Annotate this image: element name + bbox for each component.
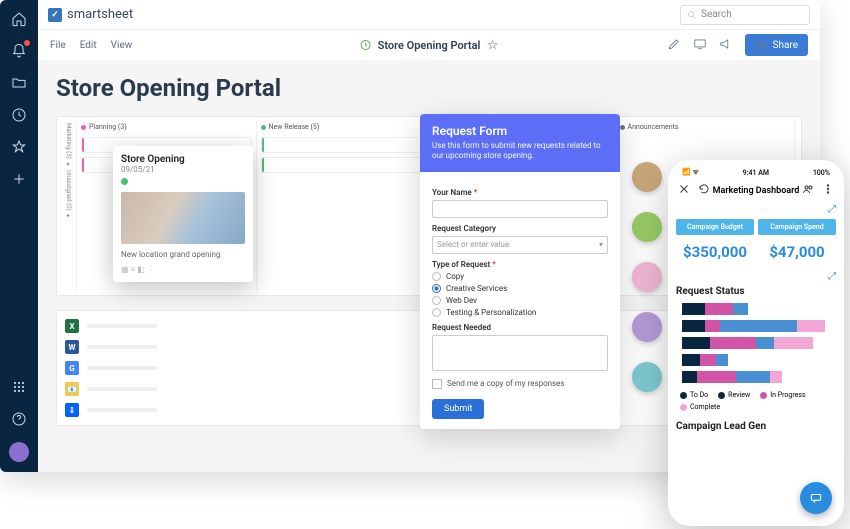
column-header[interactable]: Announcements: [620, 123, 791, 131]
copy-checkbox[interactable]: Send me a copy of my responses: [432, 379, 608, 389]
section-title: Request Status: [676, 286, 836, 297]
legend-item: In Progress: [760, 391, 805, 399]
popover-date: 09/05/21: [121, 165, 245, 174]
field-label: Type of Request *: [432, 260, 608, 269]
file-list-left: XWG 📧 ⇩: [56, 310, 422, 426]
board-side-labels: Marketing (3) ▸ Unassigned (0) ▸: [63, 121, 77, 291]
menu-edit[interactable]: Edit: [80, 40, 97, 51]
submit-button[interactable]: Submit: [432, 399, 484, 419]
people-icon[interactable]: [802, 183, 814, 198]
category-select[interactable]: Select or enter value▾: [432, 236, 608, 254]
radio-option[interactable]: Testing & Personalization: [432, 308, 608, 317]
bar-row: [682, 354, 836, 366]
status-pip: [121, 178, 128, 185]
top-bar: ✓ smartsheet Search: [38, 0, 820, 30]
collaborators: [632, 162, 662, 392]
file-item[interactable]: W: [65, 340, 413, 354]
popover-toolbar[interactable]: ▦ ≡ ◧ ⋮: [121, 265, 245, 274]
refresh-icon[interactable]: [698, 183, 710, 198]
close-icon[interactable]: [678, 183, 690, 198]
bar-row: [682, 303, 836, 315]
needed-textarea[interactable]: [432, 335, 608, 371]
battery-icon: 100%: [813, 169, 830, 177]
section-title: Campaign Lead Gen: [676, 421, 836, 432]
form-desc: Use this form to submit new requests rel…: [432, 141, 608, 162]
edit-icon[interactable]: [667, 37, 683, 53]
card-detail-popover: Store Opening 09/05/21 New location gran…: [113, 146, 253, 282]
expand-icon[interactable]: ⤢: [676, 204, 836, 215]
radio-option[interactable]: Copy: [432, 272, 608, 281]
kpi-tab[interactable]: Campaign Spend: [758, 219, 836, 235]
menu-view[interactable]: View: [111, 40, 133, 51]
popover-caption: New location grand opening: [121, 250, 245, 259]
kpi-tab[interactable]: Campaign Budget: [676, 219, 754, 235]
board-card[interactable]: [261, 157, 432, 173]
collaborator-avatar[interactable]: [632, 362, 662, 392]
field-label: Request Category: [432, 224, 608, 233]
page-title: Store Opening Portal: [56, 74, 802, 102]
file-item[interactable]: ⇩: [65, 403, 413, 417]
search-input[interactable]: Search: [680, 5, 810, 25]
file-item[interactable]: 📧: [65, 382, 413, 396]
radio-option[interactable]: Web Dev: [432, 296, 608, 305]
radio-option[interactable]: Creative Services: [432, 284, 608, 293]
help-icon[interactable]: [10, 410, 28, 428]
folder-icon[interactable]: [10, 74, 28, 92]
kpi-value: $350,000: [676, 243, 754, 261]
menu-file[interactable]: File: [50, 40, 66, 51]
bar-row: [682, 320, 836, 332]
expand-icon[interactable]: ⤢: [676, 271, 836, 282]
column-header[interactable]: Planning (3): [81, 123, 252, 131]
board-card[interactable]: [261, 137, 432, 153]
legend-item: Review: [718, 391, 750, 399]
add-icon[interactable]: [10, 170, 28, 188]
signal-icon: 📶 ᯤ: [682, 168, 699, 177]
file-item[interactable]: X: [65, 319, 413, 333]
document-title: Store Opening Portal: [360, 39, 499, 52]
left-nav-rail: [0, 0, 38, 472]
favorites-icon[interactable]: [10, 138, 28, 156]
kpi-value: $47,000: [758, 243, 836, 261]
field-label: Your Name *: [432, 188, 608, 197]
collaborator-avatar[interactable]: [632, 262, 662, 292]
name-input[interactable]: [432, 200, 608, 218]
apps-icon[interactable]: [10, 378, 28, 396]
popover-title: Store Opening: [121, 154, 245, 165]
file-item[interactable]: G: [65, 361, 413, 375]
collaborator-avatar[interactable]: [632, 212, 662, 242]
collaborator-avatar[interactable]: [632, 312, 662, 342]
menu-bar: File Edit View Store Opening Portal Shar…: [38, 30, 820, 60]
brand-logo[interactable]: ✓ smartsheet: [48, 7, 133, 22]
recent-icon[interactable]: [10, 106, 28, 124]
field-label: Request Needed: [432, 323, 608, 332]
bar-chart: [676, 303, 836, 383]
legend-item: Complete: [680, 403, 720, 411]
column-header[interactable]: New Release (5): [261, 123, 432, 131]
share-button[interactable]: Share: [745, 34, 808, 56]
chat-fab[interactable]: [800, 482, 832, 514]
phone-title: Marketing Dashboard: [713, 186, 800, 196]
bar-row: [682, 371, 836, 383]
popover-image: [121, 192, 245, 244]
collaborator-avatar[interactable]: [632, 162, 662, 192]
request-form: Request Form Use this form to submit new…: [420, 114, 620, 429]
home-icon[interactable]: [10, 10, 28, 28]
more-icon[interactable]: [822, 183, 834, 198]
phone-time: 9:41 AM: [743, 169, 769, 177]
legend-item: To Do: [680, 391, 708, 399]
announce-icon[interactable]: [719, 37, 735, 53]
present-icon[interactable]: [693, 37, 709, 53]
bar-row: [682, 337, 836, 349]
chart-legend: To Do Review In Progress Complete: [676, 391, 836, 417]
user-avatar[interactable]: [9, 442, 29, 462]
mobile-preview: 📶 ᯤ 9:41 AM 100% Marketing Dashboard ⤢ C…: [668, 160, 844, 526]
form-title: Request Form: [432, 124, 608, 138]
notifications-icon[interactable]: [10, 42, 28, 60]
